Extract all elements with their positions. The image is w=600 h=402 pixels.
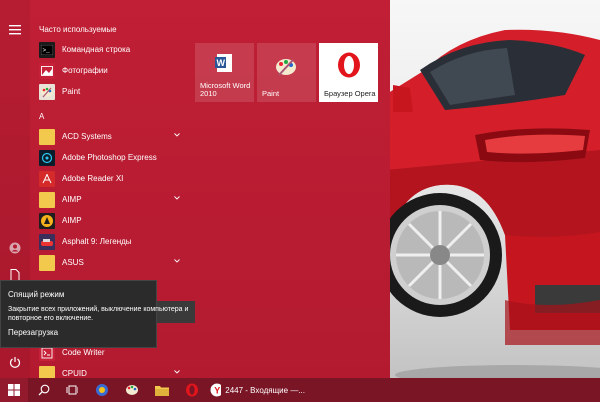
svg-text:>_: >_ [43, 47, 51, 54]
tile-paint[interactable]: Paint [257, 43, 316, 102]
chevron-down-icon[interactable] [174, 195, 180, 201]
folder-icon [155, 386, 169, 396]
command-prompt-icon: >_ [39, 41, 55, 58]
car-image [385, 29, 600, 378]
paint-icon [39, 83, 55, 100]
app-command-prompt[interactable]: >_ Командная строка [30, 39, 190, 60]
paint-icon [126, 385, 138, 395]
chevron-down-icon[interactable] [174, 258, 180, 264]
opera-icon [338, 52, 360, 78]
power-menu-tooltip: Спящий режим Закрытие всех приложений, в… [0, 280, 188, 348]
sleep-option[interactable]: Спящий режим [8, 290, 64, 299]
tile-word-2010[interactable]: W Microsoft Word 2010 [195, 43, 254, 102]
restart-option[interactable]: Перезагрузка [8, 328, 58, 337]
start-button[interactable] [0, 378, 28, 402]
restart-description: Закрытие всех приложений, выключение ком… [8, 306, 189, 322]
search-icon [38, 384, 50, 396]
app-photos[interactable]: Фотографии [30, 60, 190, 81]
desktop-wallpaper [385, 0, 600, 378]
taskbar-app-security[interactable] [88, 378, 116, 402]
hamburger-menu-icon[interactable] [7, 22, 23, 38]
yandex-icon: Y [210, 383, 222, 397]
app-acd-systems[interactable]: ACD Systems [30, 126, 190, 147]
app-paint[interactable]: Paint [30, 81, 190, 102]
svg-text:W: W [217, 58, 226, 68]
aimp-icon [39, 212, 55, 229]
power-icon[interactable] [7, 354, 23, 370]
photos-icon [39, 62, 55, 79]
app-asphalt-9[interactable]: Asphalt 9: Легенды [30, 231, 190, 252]
photoshop-express-icon [39, 149, 55, 166]
windows-logo-icon [8, 384, 20, 396]
section-letter-a[interactable]: A [39, 112, 44, 121]
paint-icon [276, 59, 296, 76]
app-aimp[interactable]: AIMP [30, 210, 190, 231]
user-account-icon[interactable] [7, 240, 23, 256]
svg-text:Y: Y [214, 386, 220, 396]
word-icon: W [215, 54, 232, 72]
chevron-down-icon[interactable] [174, 132, 180, 138]
taskbar-app-explorer[interactable] [148, 378, 176, 402]
opera-icon [186, 383, 198, 397]
folder-icon [39, 128, 55, 145]
adobe-reader-icon [39, 170, 55, 187]
tile-opera[interactable]: Браузер Opera [319, 43, 378, 102]
app-asus[interactable]: ASUS [30, 252, 190, 273]
security-shield-icon [96, 384, 108, 396]
task-view-icon [66, 385, 78, 395]
taskbar-app-mail[interactable]: Y 2447 - Входящие —... [210, 378, 305, 402]
taskbar-app-opera[interactable] [178, 378, 206, 402]
chevron-down-icon[interactable] [174, 369, 180, 375]
mail-window-title: 2447 - Входящие —... [225, 385, 305, 395]
task-view-button[interactable] [58, 378, 86, 402]
search-button[interactable] [30, 378, 58, 402]
app-photoshop-express[interactable]: Adobe Photoshop Express [30, 147, 190, 168]
app-adobe-reader[interactable]: Adobe Reader XI [30, 168, 190, 189]
app-aimp-folder[interactable]: AIMP [30, 189, 190, 210]
taskbar-app-paint[interactable] [118, 378, 146, 402]
folder-icon [39, 254, 55, 271]
frequent-header: Часто используемые [39, 25, 117, 34]
asphalt-icon [39, 233, 55, 250]
folder-icon [39, 191, 55, 208]
taskbar: Y 2447 - Входящие —... [0, 378, 600, 402]
